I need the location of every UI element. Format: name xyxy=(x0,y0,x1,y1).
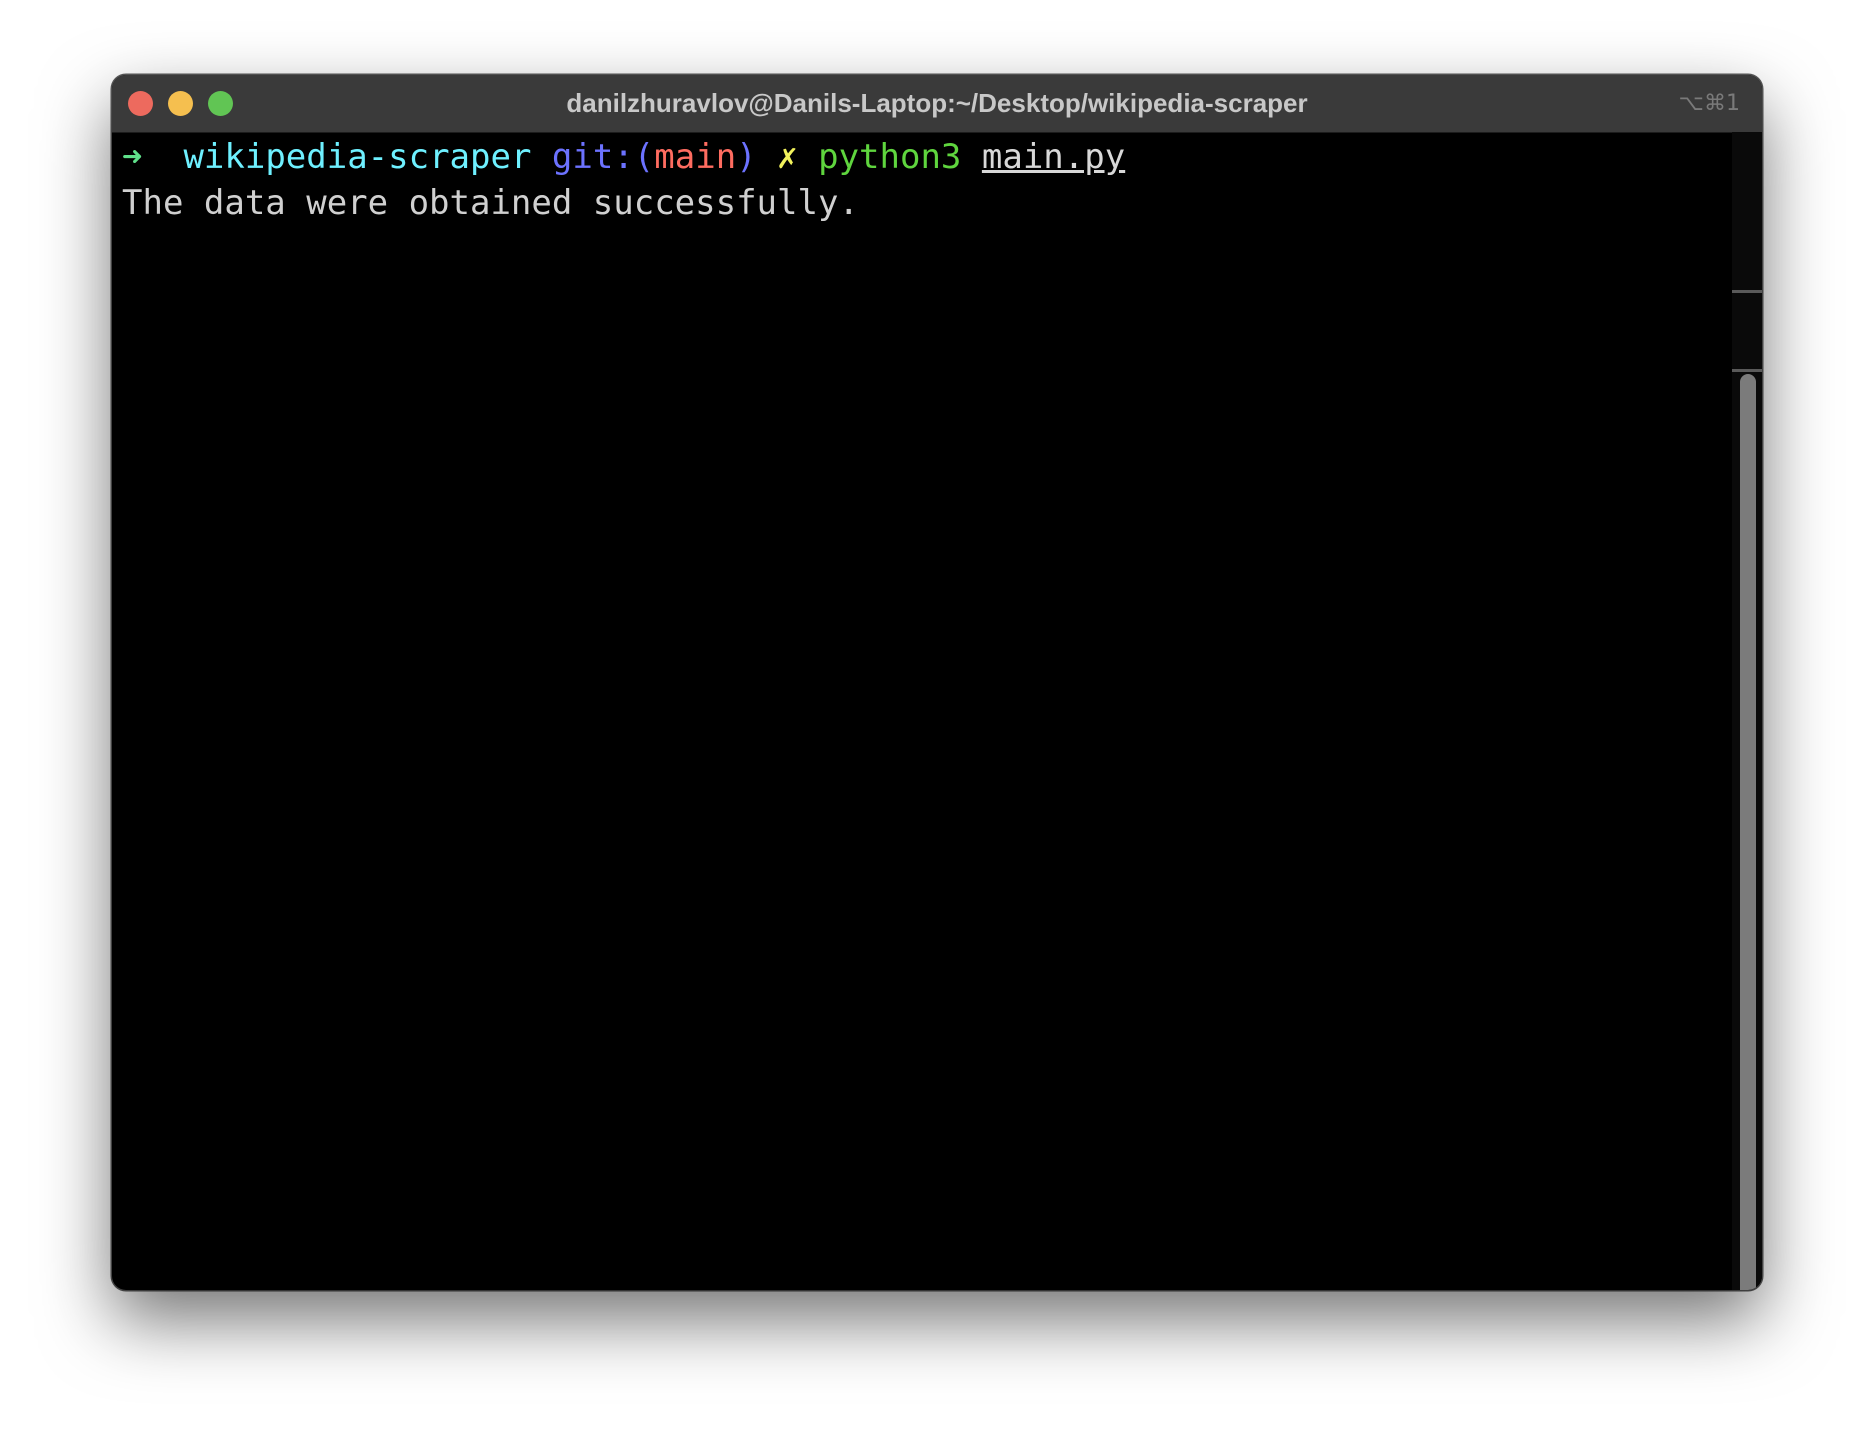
window-title: danilzhuravlov@Danils-Laptop:~/Desktop/w… xyxy=(566,88,1308,118)
terminal-content[interactable]: ➜ wikipedia-scraper git:(main) ✗ python3… xyxy=(122,132,1732,1290)
prompt-directory: wikipedia-scraper xyxy=(183,137,532,177)
git-suffix: ) xyxy=(736,137,757,177)
prompt-line: ➜ wikipedia-scraper git:(main) ✗ python3… xyxy=(122,134,1732,180)
git-prefix: git:( xyxy=(551,137,655,177)
scrollbar-thumb[interactable] xyxy=(1740,374,1756,1290)
scrollbar-track[interactable] xyxy=(1732,132,1762,1290)
scrollbar-marker xyxy=(1732,290,1762,293)
prompt-arrow-icon: ➜ xyxy=(122,137,143,177)
terminal-window: danilzhuravlov@Danils-Laptop:~/Desktop/w… xyxy=(112,75,1762,1290)
output-line: The data were obtained successfully. xyxy=(122,183,859,223)
git-branch: main xyxy=(654,137,737,177)
command-argument: main.py xyxy=(981,137,1126,177)
title-bar[interactable]: danilzhuravlov@Danils-Laptop:~/Desktop/w… xyxy=(112,75,1762,133)
window-shortcut: ⌥⌘1 xyxy=(1678,91,1740,116)
command-text: python3 xyxy=(818,137,962,177)
scrollbar-marker xyxy=(1732,369,1762,372)
dirty-marker-icon: ✗ xyxy=(777,137,798,177)
